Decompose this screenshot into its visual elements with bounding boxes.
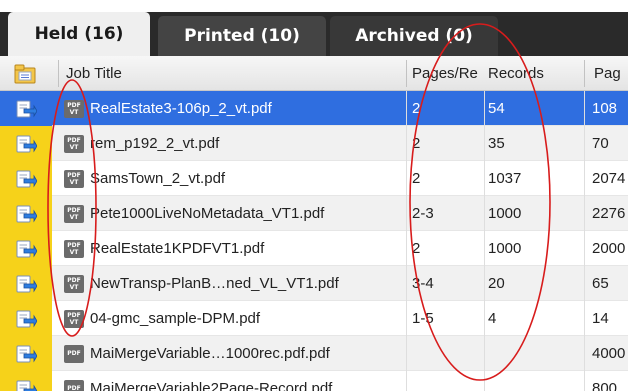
pages-per-record-cell: 1-5 [412,310,434,327]
file-type-cell: PDF VT [60,126,88,161]
file-type-cell: PDF [60,371,88,391]
job-held-icon [16,380,37,391]
job-title-cell: NewTransp-PlanB…ned_VL_VT1.pdf [90,275,339,292]
total-pages-cell: 800 [592,380,618,391]
records-cell: 1000 [488,240,522,257]
table-row[interactable]: PDF VT SamsTown_2_vt.pdf 2 1037 2074 [0,161,628,196]
records-cell: 20 [488,275,505,292]
job-title-cell: rem_p192_2_vt.pdf [90,135,220,152]
header-separator [406,60,407,87]
tab-printed[interactable]: Printed (10) [158,16,326,56]
total-pages-cell: 65 [592,275,609,292]
pages-per-record-cell: 2 [412,170,421,187]
pages-per-record-cell: 2 [412,135,421,152]
tab-bar: Held (16) Printed (10) Archived (0) [0,0,628,56]
pdf-file-icon: PDF VT [64,309,84,328]
status-column-header[interactable] [10,56,40,91]
job-held-icon [16,275,37,292]
column-divider [584,91,585,391]
table-row[interactable]: PDF MaiMergeVariable…1000rec.pdf.pdf 4000 [0,336,628,371]
total-pages-cell: 14 [592,310,609,327]
table-row[interactable]: PDF VT rem_p192_2_vt.pdf 2 35 70 [0,126,628,161]
column-header-pages[interactable]: Pages/Re [412,56,486,91]
header-separator [584,60,585,87]
header-separator [58,60,59,87]
records-cell: 54 [488,100,505,117]
column-divider [406,91,407,391]
records-cell: 1037 [488,170,522,187]
total-pages-cell: 70 [592,135,609,152]
job-held-icon [16,170,37,187]
job-title-cell: MaiMergeVariable2Page-Record.pdf [90,380,333,391]
file-type-cell: PDF VT [60,91,88,126]
table-row[interactable]: PDF VT RealEstate1KPDFVT1.pdf 2 1000 2000 [0,231,628,266]
row-status-cell[interactable] [0,196,52,231]
row-status-cell[interactable] [0,371,52,391]
tab-held[interactable]: Held (16) [8,12,150,56]
file-type-cell: PDF VT [60,196,88,231]
job-held-icon [16,310,37,327]
pages-per-record-cell [410,336,484,371]
row-status-cell[interactable] [0,301,52,336]
row-status-cell[interactable] [0,161,52,196]
records-cell [486,371,586,391]
tab-archived[interactable]: Archived (0) [330,16,498,56]
table-row[interactable]: PDF MaiMergeVariable2Page-Record.pdf 800 [0,371,628,391]
pdf-file-icon: PDF VT [64,274,84,293]
job-title-cell: RealEstate3-106p_2_vt.pdf [90,100,272,117]
records-cell: 35 [488,135,505,152]
pdf-file-icon: PDF [64,344,84,363]
table-row[interactable]: PDF VT RealEstate3-106p_2_vt.pdf 2 54 108 [0,91,628,126]
job-title-cell: MaiMergeVariable…1000rec.pdf.pdf [90,345,330,362]
file-type-cell: PDF VT [60,266,88,301]
pdf-file-icon: PDF VT [64,99,84,118]
pdf-file-icon: PDF [64,379,84,391]
total-pages-cell: 2000 [592,240,626,257]
row-status-cell[interactable] [0,126,52,161]
file-type-cell: PDF VT [60,301,88,336]
table-row[interactable]: PDF VT 04-gmc_sample-DPM.pdf 1-5 4 14 [0,301,628,336]
row-status-cell[interactable] [0,266,52,301]
grid-header: Job Title Pages/Re Records Pag [0,56,628,91]
pages-per-record-cell: 2-3 [412,205,434,222]
pdf-file-icon: PDF VT [64,204,84,223]
table-row[interactable]: PDF VT NewTransp-PlanB…ned_VL_VT1.pdf 3-4 20… [0,266,628,301]
job-title-cell: RealEstate1KPDFVT1.pdf [90,240,265,257]
file-type-cell: PDF [60,336,88,371]
pages-per-record-cell: 2 [412,240,421,257]
row-status-cell[interactable] [0,91,52,126]
total-pages-cell: 2276 [592,205,626,222]
records-cell: 1000 [488,205,522,222]
records-cell: 4 [488,310,497,327]
job-held-icon [16,100,37,117]
file-type-cell: PDF VT [60,161,88,196]
pdf-file-icon: PDF VT [64,169,84,188]
pdf-file-icon: PDF VT [64,239,84,258]
job-held-icon [16,240,37,257]
job-grid: Job Title Pages/Re Records Pag PDF VT Real… [0,56,628,391]
total-pages-cell: 4000 [592,345,626,362]
column-header-pages-total[interactable]: Pag [594,56,628,91]
folder-icon [14,64,36,83]
pdf-file-icon: PDF VT [64,134,84,153]
job-title-cell: SamsTown_2_vt.pdf [90,170,226,187]
job-held-icon [16,135,37,152]
job-held-icon [16,205,37,222]
row-status-cell[interactable] [0,336,52,371]
job-held-icon [16,345,37,362]
job-title-cell: Pete1000LiveNoMetadata_VT1.pdf [90,205,325,222]
row-status-cell[interactable] [0,231,52,266]
total-pages-cell: 2074 [592,170,626,187]
pages-per-record-cell: 2 [412,100,421,117]
pages-per-record-cell [410,371,484,391]
total-pages-cell: 108 [592,100,618,117]
file-type-cell: PDF VT [60,231,88,266]
records-cell [486,336,586,371]
table-row[interactable]: PDF VT Pete1000LiveNoMetadata_VT1.pdf 2-3 10… [0,196,628,231]
column-header-job-title[interactable]: Job Title [66,56,396,91]
job-title-cell: 04-gmc_sample-DPM.pdf [90,310,261,327]
column-divider [484,91,485,391]
pages-per-record-cell: 3-4 [412,275,434,292]
column-header-records[interactable]: Records [488,56,584,91]
